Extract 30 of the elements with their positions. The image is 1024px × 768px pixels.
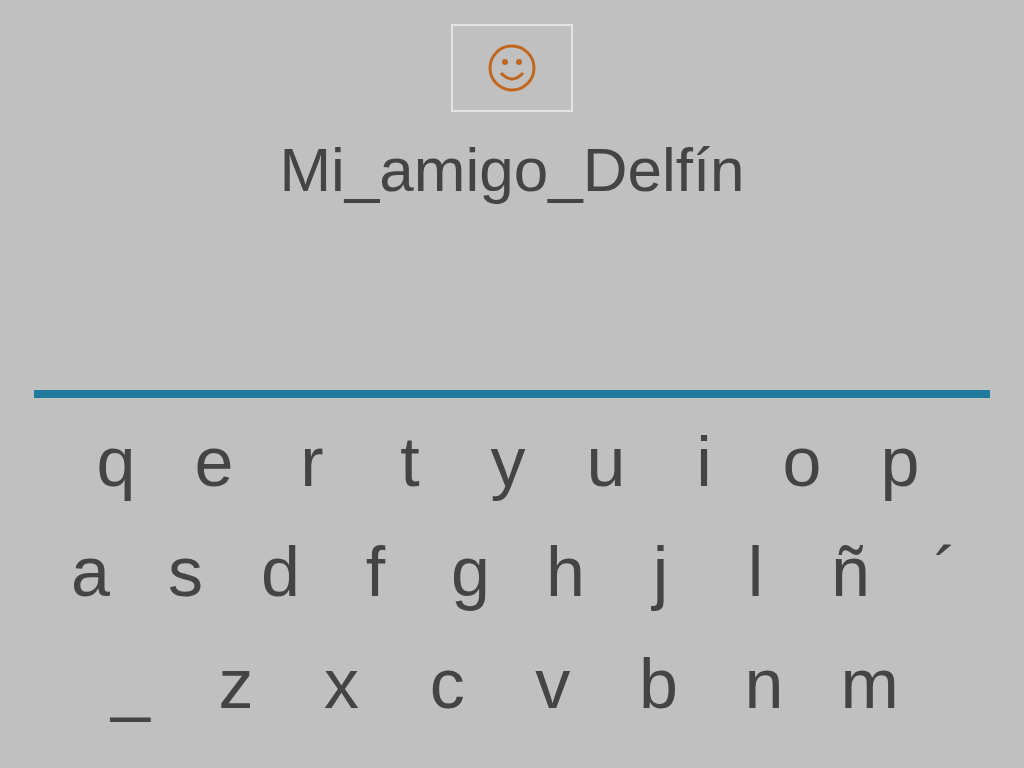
letter-key[interactable]: z: [183, 644, 289, 724]
letter-key[interactable]: b: [605, 644, 712, 724]
letter-key[interactable]: p: [851, 422, 949, 502]
letter-key[interactable]: v: [500, 644, 606, 724]
letter-key[interactable]: c: [394, 644, 500, 724]
letter-key[interactable]: x: [288, 644, 395, 724]
letter-key[interactable]: f: [328, 532, 423, 612]
letter-key[interactable]: r: [263, 422, 361, 502]
letter-key[interactable]: i: [655, 422, 753, 502]
letter-key[interactable]: l: [708, 532, 803, 612]
word-title: Mi_amigo_Delfín: [279, 134, 745, 206]
letter-key[interactable]: t: [361, 422, 459, 502]
letter-key[interactable]: _: [77, 644, 184, 724]
letter-key[interactable]: j: [613, 532, 708, 612]
smiley-button[interactable]: [451, 24, 573, 112]
smiley-icon: [487, 43, 537, 93]
letter-key[interactable]: q: [67, 422, 165, 502]
letter-key[interactable]: n: [711, 644, 817, 724]
letter-key[interactable]: a: [43, 532, 138, 612]
letter-key[interactable]: s: [138, 532, 233, 612]
letter-key[interactable]: m: [816, 644, 923, 724]
letter-key[interactable]: g: [423, 532, 518, 612]
letter-key[interactable]: y: [459, 422, 557, 502]
letter-key[interactable]: d: [233, 532, 328, 612]
letter-key[interactable]: ´: [898, 532, 993, 612]
letter-key[interactable]: o: [753, 422, 851, 502]
letter-key[interactable]: u: [557, 422, 655, 502]
letter-key[interactable]: e: [165, 422, 263, 502]
letter-key[interactable]: ñ: [803, 532, 898, 612]
letter-key[interactable]: h: [518, 532, 613, 612]
